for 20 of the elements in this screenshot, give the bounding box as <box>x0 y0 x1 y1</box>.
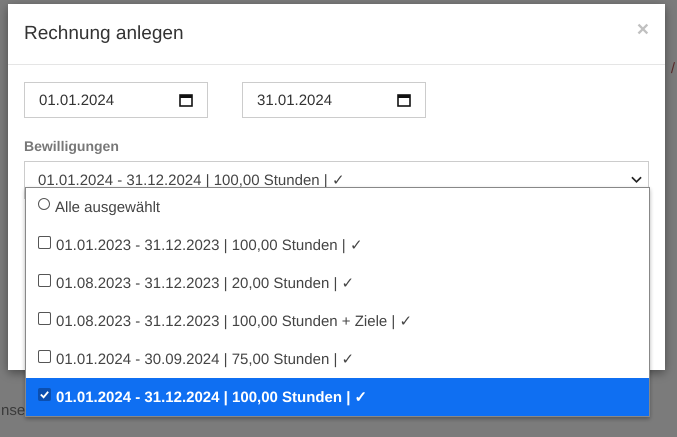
checkbox[interactable] <box>38 274 51 286</box>
checkbox[interactable] <box>38 350 51 362</box>
calendar-icon[interactable] <box>179 93 193 107</box>
checkbox[interactable] <box>38 388 51 400</box>
dropdown-option[interactable]: 01.08.2023 - 31.12.2023 | 100,00 Stunden + Ziele | ✓ <box>26 302 649 340</box>
checkbox[interactable] <box>38 312 51 324</box>
dropdown-option[interactable]: 01.01.2023 - 31.12.2023 | 100,00 Stunden | ✓ <box>26 226 649 264</box>
calendar-icon[interactable] <box>397 93 411 107</box>
background-text: / <box>670 60 675 77</box>
dropdown-option[interactable]: 01.08.2023 - 31.12.2023 | 20,00 Stunden | ✓ <box>26 264 649 302</box>
chevron-icon <box>631 176 642 184</box>
date-field[interactable]: 01.01.2024 <box>24 82 208 118</box>
field-label: Bewilligungen <box>24 138 120 154</box>
radio-button[interactable] <box>38 198 50 210</box>
dialog-title: Rechnung anlegen <box>24 23 184 45</box>
dropdown-option[interactable]: 01.01.2024 - 31.12.2024 | 100,00 Stunden | ✓ <box>26 378 649 416</box>
date-field[interactable]: 31.01.2024 <box>242 82 426 118</box>
background-text: nse <box>1 402 26 419</box>
dropdown-option[interactable]: 01.01.2024 - 30.09.2024 | 75,00 Stunden | ✓ <box>26 340 649 378</box>
checkbox[interactable] <box>38 236 51 248</box>
